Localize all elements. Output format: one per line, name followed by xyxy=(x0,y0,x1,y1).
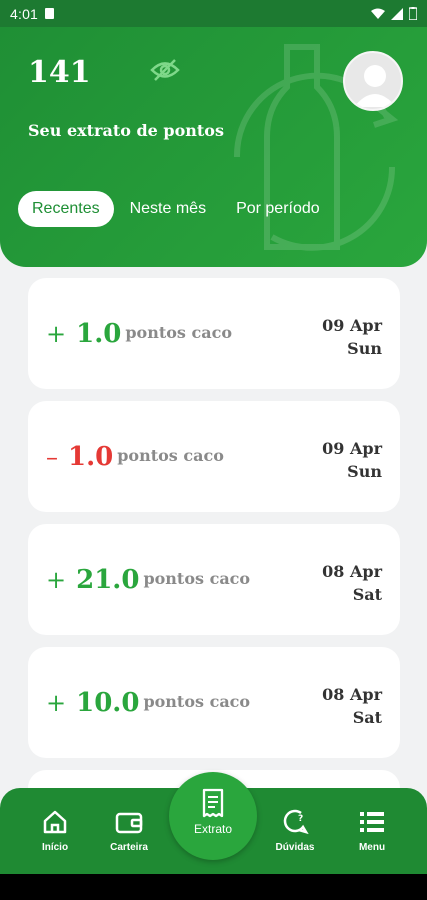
transaction-card[interactable]: – 1.0 pontos caco 09 Apr Sun xyxy=(28,401,400,512)
transaction-card[interactable]: + 1.0 pontos caco 09 Apr Sun xyxy=(28,278,400,389)
nav-label: Dúvidas xyxy=(275,842,315,853)
wallet-icon xyxy=(115,812,143,834)
transaction-card[interactable]: + 21.0 pontos caco 08 Apr Sat xyxy=(28,524,400,635)
amount-unit: pontos caco xyxy=(117,446,224,465)
avatar[interactable] xyxy=(343,51,403,111)
transaction-date: 09 Apr Sun xyxy=(322,437,382,483)
menu-list-icon xyxy=(360,812,384,832)
status-icons xyxy=(371,7,417,20)
date-weekday: Sun xyxy=(347,462,382,481)
receipt-icon xyxy=(202,788,224,818)
date-weekday: Sat xyxy=(352,585,382,604)
points-header: 141 Seu extrato de pontos Recentes Neste… xyxy=(0,27,427,267)
amount-value: 10.0 xyxy=(76,687,140,718)
date-day: 08 Apr xyxy=(322,562,382,581)
date-weekday: Sat xyxy=(352,708,382,727)
amount-value: 1.0 xyxy=(68,441,114,472)
nav-inicio[interactable]: Início xyxy=(20,808,90,853)
amount-sign: – xyxy=(46,442,58,471)
status-bar: 4:01 xyxy=(0,0,427,27)
period-tabs: Recentes Neste mês Por período xyxy=(18,191,336,227)
tab-por-periodo[interactable]: Por período xyxy=(222,191,334,227)
home-icon xyxy=(43,810,67,834)
nav-menu[interactable]: Menu xyxy=(337,808,407,853)
status-time: 4:01 xyxy=(10,5,39,22)
sd-card-icon xyxy=(45,8,55,19)
signal-icon xyxy=(391,7,403,20)
wifi-icon xyxy=(371,8,385,19)
transaction-amount: – 1.0 pontos caco xyxy=(46,401,224,512)
amount-sign: + xyxy=(46,565,67,594)
tab-neste-mes[interactable]: Neste mês xyxy=(116,191,220,227)
amount-value: 1.0 xyxy=(76,318,122,349)
help-chat-icon: ? xyxy=(283,809,309,835)
amount-unit: pontos caco xyxy=(125,323,232,342)
nav-extrato[interactable]: Extrato xyxy=(169,772,257,860)
transaction-amount: + 10.0 pontos caco xyxy=(46,647,250,758)
amount-value: 21.0 xyxy=(76,564,140,595)
nav-label: Início xyxy=(41,842,69,853)
transaction-date: 08 Apr Sat xyxy=(322,560,382,606)
nav-duvidas[interactable]: ? Dúvidas xyxy=(260,808,330,853)
nav-label: Menu xyxy=(358,842,386,853)
amount-unit: pontos caco xyxy=(143,692,251,711)
nav-label: Extrato xyxy=(193,822,232,836)
date-weekday: Sun xyxy=(347,339,382,358)
nav-label: Carteira xyxy=(110,842,148,853)
points-balance: 141 xyxy=(28,55,91,90)
date-day: 09 Apr xyxy=(322,316,382,335)
transaction-amount: + 21.0 pontos caco xyxy=(46,524,250,635)
amount-unit: pontos caco xyxy=(143,569,251,588)
system-navigation-bar xyxy=(0,874,427,900)
page-title: Seu extrato de pontos xyxy=(28,121,224,140)
svg-text:?: ? xyxy=(298,814,303,824)
amount-sign: + xyxy=(46,319,67,348)
transaction-card[interactable]: + 10.0 pontos caco 08 Apr Sat xyxy=(28,647,400,758)
transaction-amount: + 1.0 pontos caco xyxy=(46,278,232,389)
transaction-date: 08 Apr Sat xyxy=(322,683,382,729)
date-day: 08 Apr xyxy=(322,685,382,704)
tab-recentes[interactable]: Recentes xyxy=(18,191,114,227)
nav-carteira[interactable]: Carteira xyxy=(94,808,164,853)
battery-icon xyxy=(409,7,417,20)
eye-off-icon[interactable] xyxy=(150,57,180,83)
amount-sign: + xyxy=(46,688,67,717)
transaction-date: 09 Apr Sun xyxy=(322,314,382,360)
date-day: 09 Apr xyxy=(322,439,382,458)
